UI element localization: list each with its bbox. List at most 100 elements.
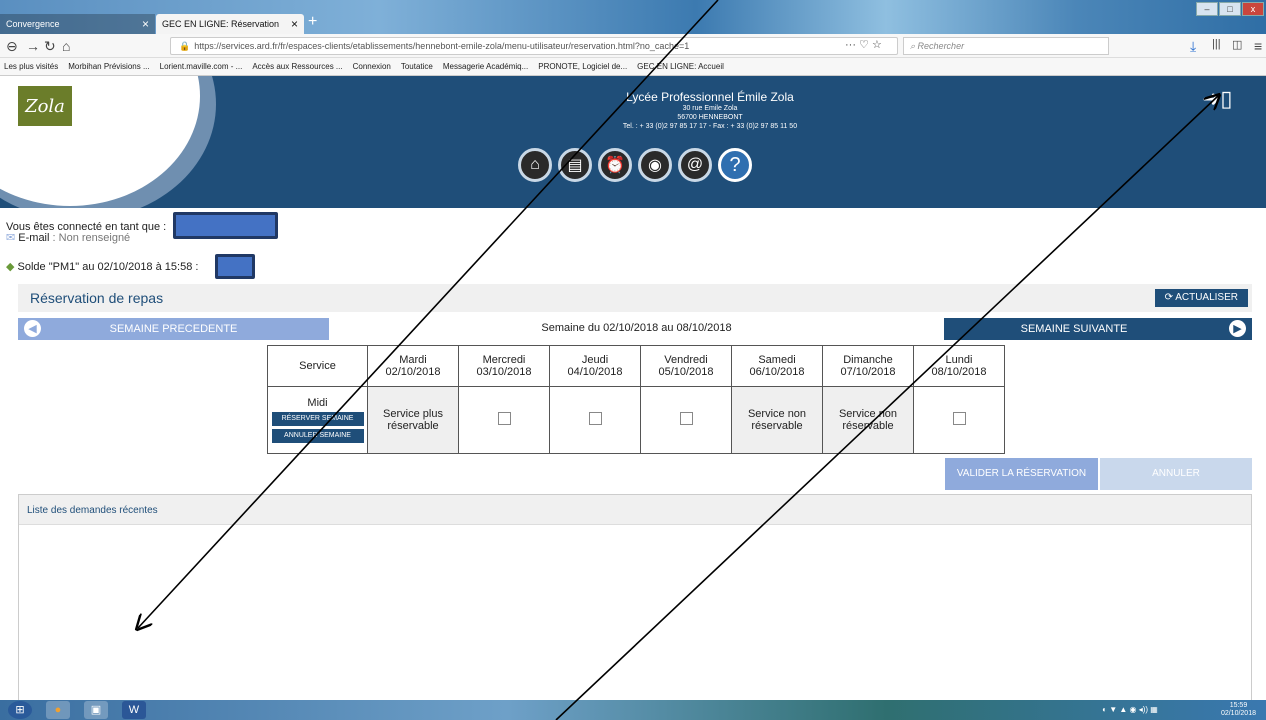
day-header: Dimanche 07/10/2018 (822, 345, 914, 387)
start-icon[interactable]: ⊞ (8, 701, 32, 719)
leaf-icon: ◆ (6, 261, 15, 273)
forward-icon[interactable]: → (26, 38, 40, 54)
email-value: : Non renseigné (52, 232, 131, 244)
school-logo[interactable]: Zola (18, 86, 72, 126)
url-text: https://services.ard.fr/fr/espaces-clien… (194, 41, 690, 51)
previous-week-button[interactable]: ◀ SEMAINE PRECEDENTE (18, 318, 329, 340)
document-icon[interactable]: ▤ (558, 148, 592, 182)
day-cell (458, 386, 550, 454)
search-icon: ⌕ (910, 41, 918, 51)
home-icon[interactable]: ⌂ (518, 148, 552, 182)
reserve-week-button[interactable]: RÉSERVER SEMAINE (271, 412, 364, 426)
school-info: Lycée Professionnel Émile Zola 30 rue Em… (520, 90, 900, 131)
browser-tab-bar: Convergence × GEC EN LIGNE: Réservation … (0, 0, 1266, 34)
recent-requests-panel: Liste des demandes récentes (18, 494, 1252, 704)
clock[interactable]: 15:59 02/10/2018 (1221, 702, 1256, 718)
day-header: Samedi 06/10/2018 (731, 345, 823, 387)
cancel-week-button[interactable]: ANNULER SEMAINE (271, 429, 364, 443)
day-cell: Service non réservable (822, 386, 914, 454)
windows-taskbar: ⊞ ● ▣ W ◐ ▼ ▲ ◉ ◂)) ▦ 15:59 02/10/2018 (0, 700, 1266, 720)
menu-icon[interactable]: ≡ (1254, 38, 1262, 54)
reservation-bar: Réservation de repas ⟳ ACTUALISER (18, 284, 1252, 312)
mail-icon: ✉ (6, 232, 16, 244)
tab-reservation[interactable]: GEC EN LIGNE: Réservation × (156, 14, 304, 34)
service-name: Midi (307, 397, 328, 409)
maximize-icon[interactable]: □ (1219, 2, 1241, 16)
week-range: Semaine du 02/10/2018 au 08/10/2018 (541, 322, 732, 334)
reserve-checkbox[interactable] (497, 412, 511, 425)
reservation-table: Service Mardi 02/10/2018 Mercredi 03/10/20… (267, 345, 1005, 454)
redacted-balance (215, 254, 255, 279)
bookmark-item[interactable]: PRONOTE, Logiciel de... (538, 62, 627, 71)
help-icon[interactable]: ? (718, 148, 752, 182)
email-label: E-mail (18, 232, 50, 244)
home-icon[interactable]: ⌂ (62, 38, 70, 54)
window-controls: – □ x (1196, 2, 1264, 16)
reserve-checkbox[interactable] (952, 412, 966, 425)
bookmarks-bar: Les plus visités Morbihan Prévisions ...… (0, 58, 1266, 76)
school-contact: Tel. : + 33 (0)2 97 85 17 17 - Fax : + 3… (622, 123, 798, 130)
download-icon[interactable]: ⤓ (1190, 38, 1196, 55)
day-header: Lundi 08/10/2018 (913, 345, 1005, 387)
previous-week-label: SEMAINE PRECEDENTE (109, 323, 238, 335)
tab-convergence[interactable]: Convergence × (0, 14, 155, 34)
close-tab-icon[interactable]: × (291, 17, 298, 31)
page-actions-icon[interactable]: ··· ♡ ☆ (845, 38, 882, 51)
day-cell: Service plus réservable (367, 386, 459, 454)
reserve-checkbox[interactable] (679, 412, 693, 425)
day-header: Vendredi 05/10/2018 (640, 345, 732, 387)
cancel-button[interactable]: ANNULER (1100, 458, 1252, 490)
eye-icon[interactable]: ◉ (638, 148, 672, 182)
minimize-icon[interactable]: – (1196, 2, 1218, 16)
user-info: Vous êtes connecté en tant que : ✉ E-mai… (6, 222, 166, 244)
day-cell (913, 386, 1005, 454)
school-name: Lycée Professionnel Émile Zola (626, 90, 794, 104)
day-header: Jeudi 04/10/2018 (549, 345, 641, 387)
validate-reservation-button[interactable]: VALIDER LA RÉSERVATION (945, 458, 1098, 490)
main-nav-icons: ⌂ ▤ ⏰ ◉ @ ? (518, 148, 752, 182)
redacted-username (173, 212, 278, 239)
word-icon[interactable]: W (122, 701, 146, 719)
bookmark-item[interactable]: GEC EN LIGNE: Accueil (637, 62, 724, 71)
contact-icon[interactable]: @ (678, 148, 712, 182)
close-window-icon[interactable]: x (1242, 2, 1264, 16)
reserve-checkbox[interactable] (588, 412, 602, 425)
system-tray-icons[interactable]: ◐ ▼ ▲ ◉ ◂)) ▦ (1070, 701, 1190, 719)
next-week-label: SEMAINE SUIVANTE (1020, 323, 1128, 335)
refresh-label: ACTUALISER (1175, 292, 1238, 303)
sidebar-icon[interactable]: ◫ (1232, 38, 1242, 51)
tab-label: Convergence (6, 19, 60, 29)
recent-requests-title: Liste des demandes récentes (19, 495, 1251, 525)
bookmark-item[interactable]: Connexion (353, 62, 391, 71)
balance-label: Solde "PM1" au 02/10/2018 à 15:58 : (17, 261, 199, 273)
library-icon[interactable]: ||| (1212, 38, 1221, 50)
search-input[interactable]: ⌕ Rechercher (903, 37, 1109, 55)
balance-line: ◆ Solde "PM1" au 02/10/2018 à 15:58 : (6, 260, 198, 273)
school-address1: 30 rue Emile Zola (682, 105, 738, 112)
bookmark-item[interactable]: Messagerie Académiq... (443, 62, 528, 71)
service-cell: Midi RÉSERVER SEMAINE ANNULER SEMAINE (267, 386, 368, 454)
school-address2: 56700 HENNEBONT (677, 114, 743, 121)
firefox-icon[interactable]: ● (46, 701, 70, 719)
refresh-button[interactable]: ⟳ ACTUALISER (1154, 289, 1248, 307)
back-icon[interactable]: ⊖ (6, 38, 18, 55)
day-header: Mercredi 03/10/2018 (458, 345, 550, 387)
next-week-button[interactable]: SEMAINE SUIVANTE ▶ (944, 318, 1252, 340)
day-header: Mardi 02/10/2018 (367, 345, 459, 387)
meal-icon[interactable]: ⏰ (598, 148, 632, 182)
bookmark-item[interactable]: Accès aux Ressources ... (252, 62, 342, 71)
app-icon[interactable]: ▣ (84, 701, 108, 719)
close-tab-icon[interactable]: × (142, 17, 149, 31)
week-navigation: ◀ SEMAINE PRECEDENTE Semaine du 02/10/20… (18, 318, 1252, 340)
bookmark-item[interactable]: Lorient.maville.com - ... (160, 62, 243, 71)
clock-time: 15:59 (1229, 702, 1248, 709)
new-tab-icon[interactable]: + (308, 13, 317, 31)
url-bar[interactable]: 🔒 https://services.ard.fr/fr/espaces-clie… (170, 37, 898, 55)
logout-icon[interactable]: ➜▯ (1202, 86, 1233, 114)
table-header-row: Service Mardi 02/10/2018 Mercredi 03/10/20… (267, 345, 1005, 387)
clock-date: 02/10/2018 (1220, 710, 1256, 717)
bookmark-item[interactable]: Toutatice (401, 62, 433, 71)
reload-icon[interactable]: ↻ (44, 38, 56, 55)
bookmark-item[interactable]: Les plus visités (4, 62, 58, 71)
bookmark-item[interactable]: Morbihan Prévisions ... (68, 62, 149, 71)
